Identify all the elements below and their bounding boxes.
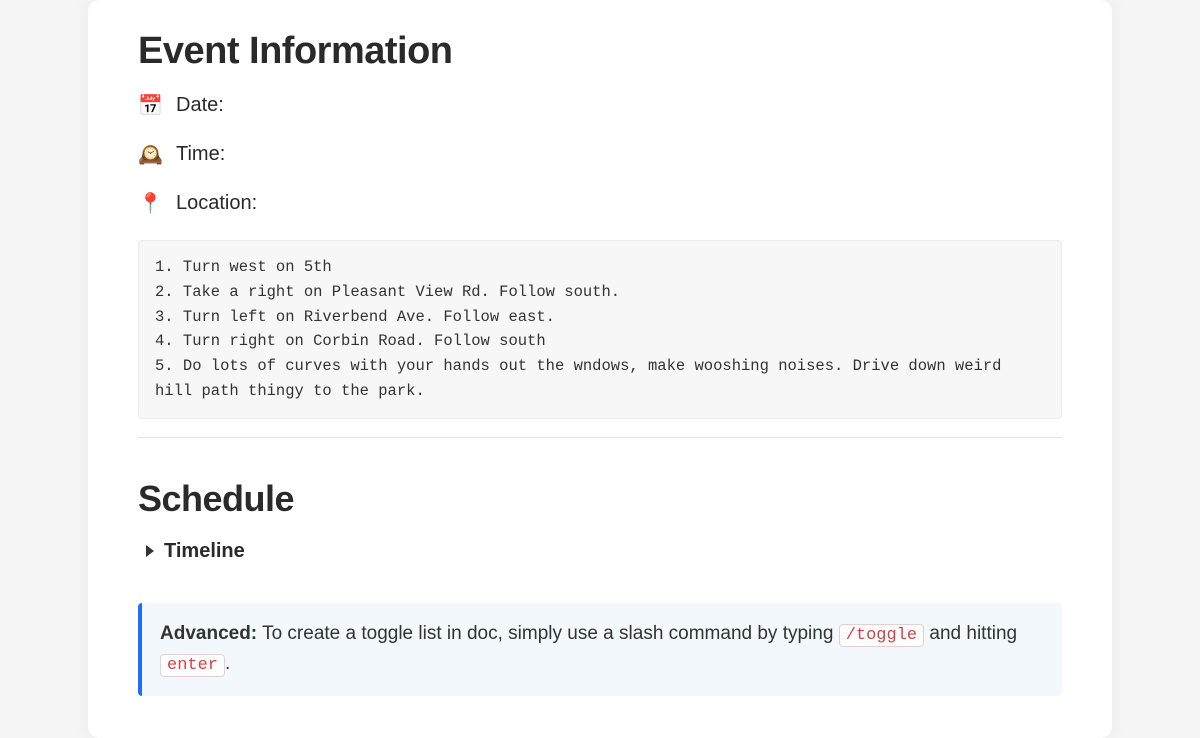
callout-text-2: and hitting (924, 623, 1017, 644)
caret-right-icon (146, 545, 154, 557)
callout-text-1: To create a toggle list in doc, simply u… (257, 623, 839, 644)
location-row[interactable]: 📍 Location: (138, 191, 1062, 216)
location-label: Location: (176, 192, 257, 215)
event-info-heading: Event Information (138, 30, 1062, 73)
document-page: Event Information 📅 Date: 🕰️ Time: 📍 Loc… (88, 0, 1112, 738)
time-row[interactable]: 🕰️ Time: (138, 142, 1062, 167)
advanced-callout: Advanced: To create a toggle list in doc… (138, 603, 1062, 696)
timeline-toggle-label: Timeline (164, 540, 245, 563)
clock-icon: 🕰️ (138, 142, 162, 167)
time-label: Time: (176, 143, 225, 166)
directions-code-block[interactable]: 1. Turn west on 5th 2. Take a right on P… (138, 240, 1062, 419)
inline-code-toggle: /toggle (839, 624, 924, 647)
schedule-heading: Schedule (138, 478, 1062, 520)
date-row[interactable]: 📅 Date: (138, 93, 1062, 118)
section-divider (138, 437, 1062, 438)
date-label: Date: (176, 94, 224, 117)
callout-text-3: . (225, 653, 230, 674)
timeline-toggle[interactable]: Timeline (138, 540, 1062, 563)
pin-icon: 📍 (138, 191, 162, 216)
inline-code-enter: enter (160, 654, 225, 677)
callout-strong: Advanced: (160, 623, 257, 644)
calendar-icon: 📅 (138, 93, 162, 118)
